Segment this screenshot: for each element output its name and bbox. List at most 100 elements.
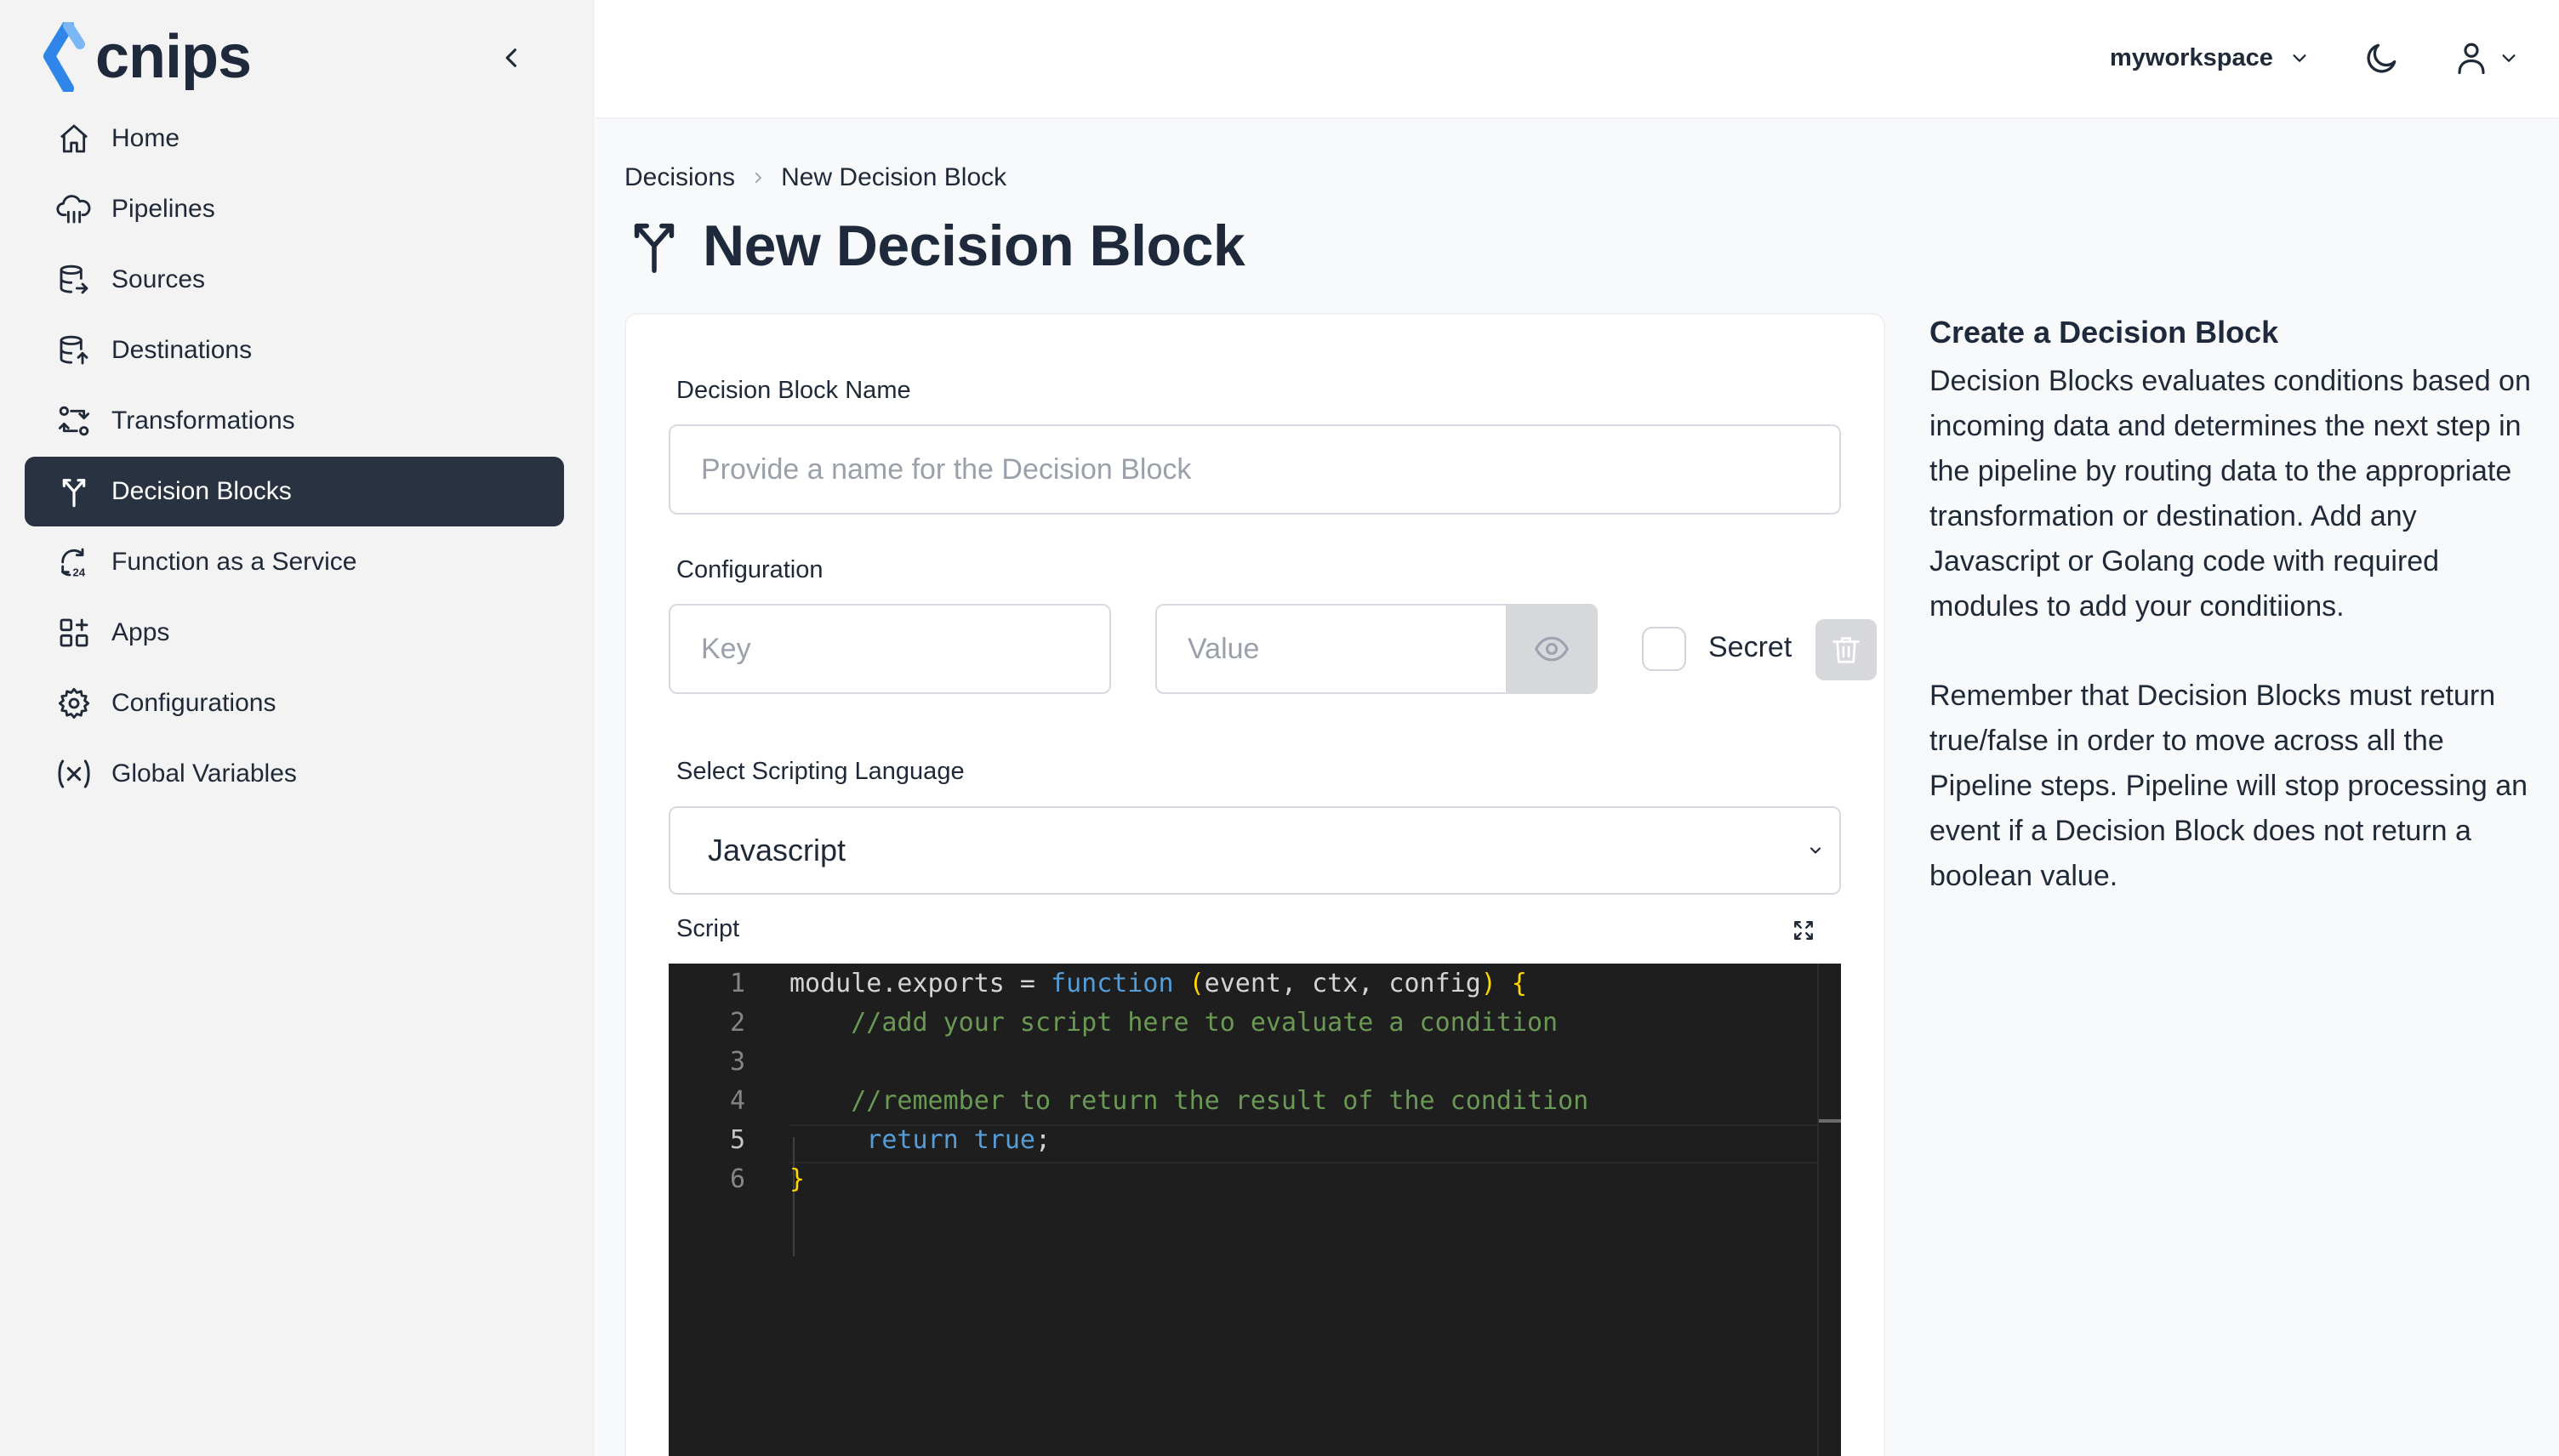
- sidebar: cnips Home Pipelines Sources Destination…: [0, 0, 594, 1456]
- code-token: return true: [866, 1124, 1035, 1155]
- breadcrumb: Decisions New Decision Block: [624, 163, 1006, 192]
- name-field-label: Decision Block Name: [676, 377, 911, 404]
- code-line: 3: [669, 1042, 1841, 1081]
- page-header: New Decision Block: [624, 213, 1245, 279]
- sidebar-nav: Home Pipelines Sources Destinations Tran…: [25, 104, 564, 810]
- gear-icon: [55, 685, 93, 722]
- database-out-icon: [55, 261, 93, 299]
- breadcrumb-decisions-link[interactable]: Decisions: [624, 163, 735, 192]
- script-label: Script: [676, 915, 740, 942]
- sidebar-item-label: Destinations: [111, 336, 253, 364]
- help-paragraph: Decision Blocks evaluates conditions bas…: [1929, 365, 2531, 623]
- scripting-language-value: Javascript: [708, 833, 846, 867]
- sidebar-item-apps[interactable]: Apps: [25, 598, 564, 668]
- code-text: module.exports = function (event, ctx, c…: [789, 969, 1527, 998]
- sidebar-item-label: Function as a Service: [111, 548, 357, 576]
- home-icon: [55, 120, 93, 157]
- sidebar-item-global-variables[interactable]: Global Variables: [25, 739, 564, 809]
- code-token: module.exports =: [789, 968, 1052, 998]
- logo-text: cnips: [95, 23, 252, 91]
- decision-fork-icon: [634, 223, 675, 273]
- help-paragraph: Remember that Decision Blocks must retur…: [1929, 680, 2528, 892]
- variable-icon: [55, 755, 93, 793]
- workspace-name: myworkspace: [2110, 43, 2273, 71]
- sidebar-item-configurations[interactable]: Configurations: [25, 668, 564, 738]
- code-token: (: [1188, 968, 1205, 998]
- sidebar-item-label: Home: [111, 124, 180, 152]
- database-in-icon: [55, 332, 93, 369]
- line-number: 2: [729, 1007, 745, 1038]
- decision-block-name-input[interactable]: Provide a name for the Decision Block: [669, 424, 1841, 515]
- chevron-down-icon: [1810, 847, 1821, 854]
- scripting-language-label: Select Scripting Language: [676, 758, 965, 785]
- sidebar-item-pipelines[interactable]: Pipelines: [25, 174, 564, 244]
- sidebar-item-label: Configurations: [111, 689, 276, 717]
- expand-editor-button[interactable]: [1788, 915, 1819, 946]
- secret-checkbox[interactable]: [1642, 627, 1686, 671]
- sidebar-item-function-as-a-service[interactable]: 24 Function as a Service: [25, 527, 564, 597]
- user-icon: [2458, 43, 2485, 75]
- config-key-input[interactable]: Key: [669, 604, 1111, 694]
- code-line: 6 }: [669, 1159, 1841, 1198]
- sidebar-item-transformations[interactable]: Transformations: [25, 386, 564, 456]
- sidebar-item-label: Apps: [111, 618, 170, 646]
- sidebar-item-label: Decision Blocks: [111, 477, 292, 505]
- apps-icon: [55, 614, 93, 651]
- line-number: 5: [729, 1124, 745, 1155]
- svg-text:24: 24: [72, 566, 85, 579]
- breadcrumb-current: New Decision Block: [781, 163, 1007, 191]
- page-title: New Decision Block: [703, 213, 1245, 278]
- code-token: ;: [1035, 1124, 1052, 1155]
- theme-toggle-button[interactable]: [2362, 37, 2402, 78]
- code-line: 2 //add your script here to evaluate a c…: [669, 1003, 1841, 1042]
- code-text: return true;: [789, 1125, 1051, 1155]
- sidebar-item-label: Sources: [111, 265, 206, 293]
- line-number: 6: [729, 1163, 745, 1194]
- code-token: function: [1051, 968, 1174, 998]
- chevron-down-icon: [2293, 54, 2306, 62]
- faas-icon: 24: [55, 543, 93, 581]
- sidebar-item-home[interactable]: Home: [25, 104, 564, 173]
- help-title: Create a Decision Block: [1929, 315, 2279, 350]
- configuration-label: Configuration: [676, 556, 824, 583]
- chevron-right-icon: [755, 172, 761, 184]
- chevron-left-icon: [505, 48, 517, 67]
- code-line: 1 module.exports = function (event, ctx,…: [669, 964, 1841, 1003]
- sidebar-item-decision-blocks[interactable]: Decision Blocks: [25, 457, 564, 526]
- code-text: }: [789, 1163, 806, 1194]
- chevron-down-icon: [2502, 54, 2516, 62]
- moon-icon: [2367, 43, 2397, 73]
- scripting-language-select[interactable]: Javascript: [669, 806, 1841, 895]
- line-number: 3: [729, 1046, 745, 1077]
- editor-scrollbar-marker: [1817, 1119, 1841, 1123]
- sidebar-item-sources[interactable]: Sources: [25, 245, 564, 315]
- secret-label: Secret: [1708, 631, 1792, 663]
- trash-icon: [1832, 637, 1860, 663]
- transform-icon: [55, 402, 93, 440]
- code-token: ): [1480, 968, 1496, 998]
- expand-icon: [1794, 921, 1813, 940]
- sidebar-item-label: Global Variables: [111, 759, 297, 788]
- code-text: //add your script here to evaluate a con…: [789, 1007, 1559, 1038]
- toggle-visibility-button[interactable]: [1506, 604, 1598, 694]
- help-panel: Create a Decision Block Decision Blocks …: [1929, 315, 2542, 899]
- line-number: 1: [729, 968, 745, 998]
- code-token: event, ctx, config: [1204, 968, 1481, 998]
- editor-scrollbar[interactable]: [1817, 964, 1819, 1456]
- logo-mark-icon: [43, 22, 85, 92]
- app-logo[interactable]: cnips: [43, 20, 252, 94]
- script-code-editor[interactable]: 1 module.exports = function (event, ctx,…: [669, 964, 1841, 1456]
- code-line: 5 return true;: [669, 1120, 1841, 1159]
- code-token: {: [1511, 968, 1527, 998]
- collapse-sidebar-button[interactable]: [493, 39, 531, 77]
- workspace-selector[interactable]: myworkspace: [2110, 39, 2309, 77]
- cloud-icon: [55, 191, 93, 228]
- delete-config-button[interactable]: [1815, 619, 1877, 680]
- user-menu-button[interactable]: [2454, 37, 2530, 78]
- code-line: 4 //remember to return the result of the…: [669, 1081, 1841, 1120]
- decision-fork-icon: [55, 473, 93, 510]
- sidebar-item-destinations[interactable]: Destinations: [25, 316, 564, 385]
